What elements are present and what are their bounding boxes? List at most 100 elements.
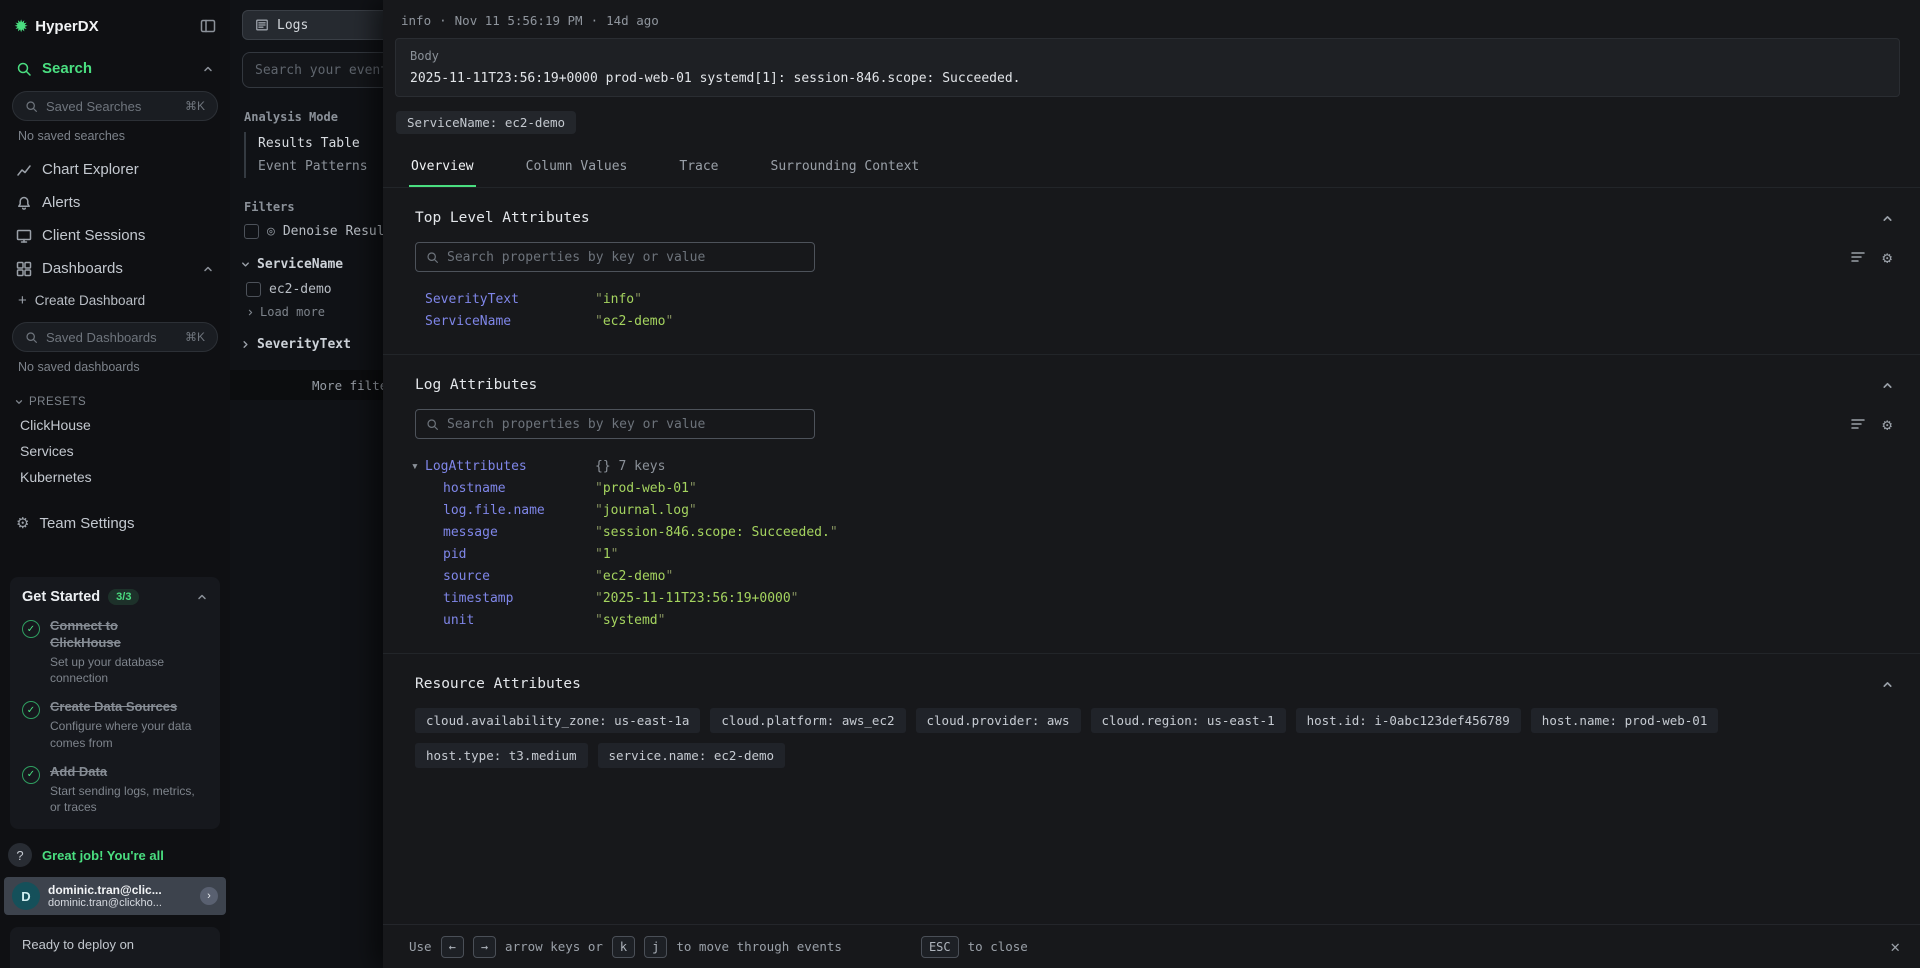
denoise-results-row[interactable]: ◎ Denoise Results	[244, 224, 383, 239]
attribute-value[interactable]: 2025-11-11T23:56:19+0000	[595, 591, 799, 606]
event-search-input[interactable]	[255, 63, 383, 78]
resource-chip[interactable]: host.id: i-0abc123def456789	[1296, 708, 1521, 733]
mode-event-patterns[interactable]: Event Patterns	[246, 155, 383, 178]
preset-kubernetes[interactable]: Kubernetes	[0, 464, 230, 490]
saved-searches-field[interactable]	[46, 99, 177, 114]
property-search-input[interactable]	[447, 250, 804, 265]
attribute-value[interactable]: session-846.scope: Succeeded.	[595, 525, 838, 540]
attribute-key[interactable]: log.file.name	[443, 503, 595, 518]
attribute-value[interactable]: info	[595, 292, 642, 307]
sidebar-item-chart-explorer[interactable]: Chart Explorer	[0, 153, 230, 186]
footer-text: Use	[409, 939, 432, 954]
create-dashboard-button[interactable]: + Create Dashboard	[0, 285, 230, 316]
tab-column-values[interactable]: Column Values	[524, 148, 630, 187]
service-tag[interactable]: ServiceName: ec2-demo	[396, 111, 576, 134]
gear-icon[interactable]: ⚙	[1882, 415, 1892, 434]
attribute-value[interactable]: prod-web-01	[595, 481, 697, 496]
filter-lines-icon[interactable]	[1850, 249, 1866, 265]
attribute-value[interactable]: systemd	[595, 613, 665, 628]
filter-group-severitytext[interactable]: SeverityText	[240, 337, 383, 352]
attribute-key[interactable]: unit	[443, 613, 595, 628]
checklist-item[interactable]: ✓ Add Data Start sending logs, metrics, …	[22, 764, 208, 815]
checkbox[interactable]	[246, 282, 261, 297]
more-filters-button[interactable]: More filters	[230, 370, 383, 400]
property-search-box[interactable]	[415, 242, 815, 272]
attribute-value[interactable]: ec2-demo	[595, 314, 673, 329]
property-search-box[interactable]	[415, 409, 815, 439]
tab-trace[interactable]: Trace	[677, 148, 720, 187]
attribute-key[interactable]: hostname	[443, 481, 595, 496]
sidebar-item-dashboards[interactable]: Dashboards	[0, 252, 230, 285]
preset-services[interactable]: Services	[0, 438, 230, 464]
sidebar-item-team-settings[interactable]: ⚙ Team Settings	[0, 506, 230, 540]
attribute-key[interactable]: LogAttributes	[425, 459, 595, 474]
attribute-row[interactable]: hostname prod-web-01	[425, 477, 1920, 499]
attribute-value[interactable]: journal.log	[595, 503, 697, 518]
hyperdx-logo[interactable]: ✹ HyperDX	[14, 18, 99, 35]
attribute-key[interactable]: timestamp	[443, 591, 595, 606]
attribute-value[interactable]: ec2-demo	[595, 569, 673, 584]
attribute-key[interactable]: message	[443, 525, 595, 540]
collapse-chevron-icon[interactable]	[1881, 678, 1894, 691]
property-search-input[interactable]	[447, 417, 804, 432]
event-search-box[interactable]	[242, 52, 383, 88]
filter-option-ec2-demo[interactable]: ec2-demo	[246, 282, 383, 297]
chevron-right-icon: ›	[200, 887, 218, 905]
presets-toggle[interactable]: PRESETS	[14, 396, 230, 408]
tab-overview[interactable]: Overview	[409, 148, 476, 187]
attribute-row[interactable]: message session-846.scope: Succeeded.	[425, 521, 1920, 543]
sidebar-item-search[interactable]: Search	[0, 52, 230, 85]
get-started-header[interactable]: Get Started 3/3	[22, 589, 208, 605]
help-button[interactable]: ?	[8, 843, 32, 867]
attribute-row[interactable]: SeverityText info	[425, 288, 1920, 310]
chevron-up-icon[interactable]	[202, 263, 214, 275]
event-body-card: Body 2025-11-11T23:56:19+0000 prod-web-0…	[395, 38, 1900, 97]
preset-clickhouse[interactable]: ClickHouse	[0, 412, 230, 438]
attribute-row[interactable]: ServiceName ec2-demo	[425, 310, 1920, 332]
attribute-key[interactable]: source	[443, 569, 595, 584]
attribute-value[interactable]: 1	[595, 547, 618, 562]
sidebar-item-alerts[interactable]: Alerts	[0, 186, 230, 219]
chevron-down-icon	[240, 259, 251, 270]
resource-chip[interactable]: cloud.provider: aws	[916, 708, 1081, 733]
close-icon[interactable]: ✕	[1890, 937, 1900, 956]
sidebar-item-client-sessions[interactable]: Client Sessions	[0, 219, 230, 252]
checklist-item[interactable]: ✓ Create Data Sources Configure where yo…	[22, 699, 208, 750]
attribute-row[interactable]: source ec2-demo	[425, 565, 1920, 587]
load-more-button[interactable]: Load more	[246, 305, 383, 319]
search-icon	[16, 61, 32, 77]
resource-chip[interactable]: cloud.region: us-east-1	[1091, 708, 1286, 733]
filter-group-servicename[interactable]: ServiceName	[240, 257, 383, 272]
caret-down-icon[interactable]: ▾	[411, 459, 425, 474]
tab-surrounding-context[interactable]: Surrounding Context	[769, 148, 922, 187]
gear-icon[interactable]: ⚙	[1882, 248, 1892, 267]
collapse-chevron-icon[interactable]	[1881, 379, 1894, 392]
attribute-key[interactable]: ServiceName	[425, 314, 595, 329]
sidebar-collapse-icon[interactable]	[200, 18, 216, 34]
attribute-row[interactable]: timestamp 2025-11-11T23:56:19+0000	[425, 587, 1920, 609]
mode-results-table[interactable]: Results Table	[246, 132, 383, 155]
attribute-row[interactable]: log.file.name journal.log	[425, 499, 1920, 521]
user-menu[interactable]: D dominic.tran@clic... dominic.tran@clic…	[4, 877, 226, 915]
section-title: Resource Attributes	[415, 676, 581, 692]
resource-chip[interactable]: service.name: ec2-demo	[598, 743, 786, 768]
attribute-tree-root[interactable]: ▾ LogAttributes {} 7 keys	[425, 455, 1920, 477]
chevron-up-icon[interactable]	[196, 591, 208, 603]
source-selector-button[interactable]: Logs	[242, 10, 383, 40]
saved-dashboards-field[interactable]	[46, 330, 177, 345]
saved-searches-input[interactable]: ⌘K	[12, 91, 218, 121]
chevron-up-icon[interactable]	[202, 63, 214, 75]
collapse-chevron-icon[interactable]	[1881, 212, 1894, 225]
saved-dashboards-input[interactable]: ⌘K	[12, 322, 218, 352]
attribute-row[interactable]: unit systemd	[425, 609, 1920, 631]
resource-chip[interactable]: host.type: t3.medium	[415, 743, 588, 768]
filter-lines-icon[interactable]	[1850, 416, 1866, 432]
checklist-item[interactable]: ✓ Connect to ClickHouse Set up your data…	[22, 618, 208, 686]
attribute-row[interactable]: pid 1	[425, 543, 1920, 565]
attribute-key[interactable]: SeverityText	[425, 292, 595, 307]
resource-chip[interactable]: cloud.platform: aws_ec2	[710, 708, 905, 733]
resource-chip[interactable]: host.name: prod-web-01	[1531, 708, 1719, 733]
resource-chip[interactable]: cloud.availability_zone: us-east-1a	[415, 708, 700, 733]
attribute-key[interactable]: pid	[443, 547, 595, 562]
checkbox[interactable]	[244, 224, 259, 239]
